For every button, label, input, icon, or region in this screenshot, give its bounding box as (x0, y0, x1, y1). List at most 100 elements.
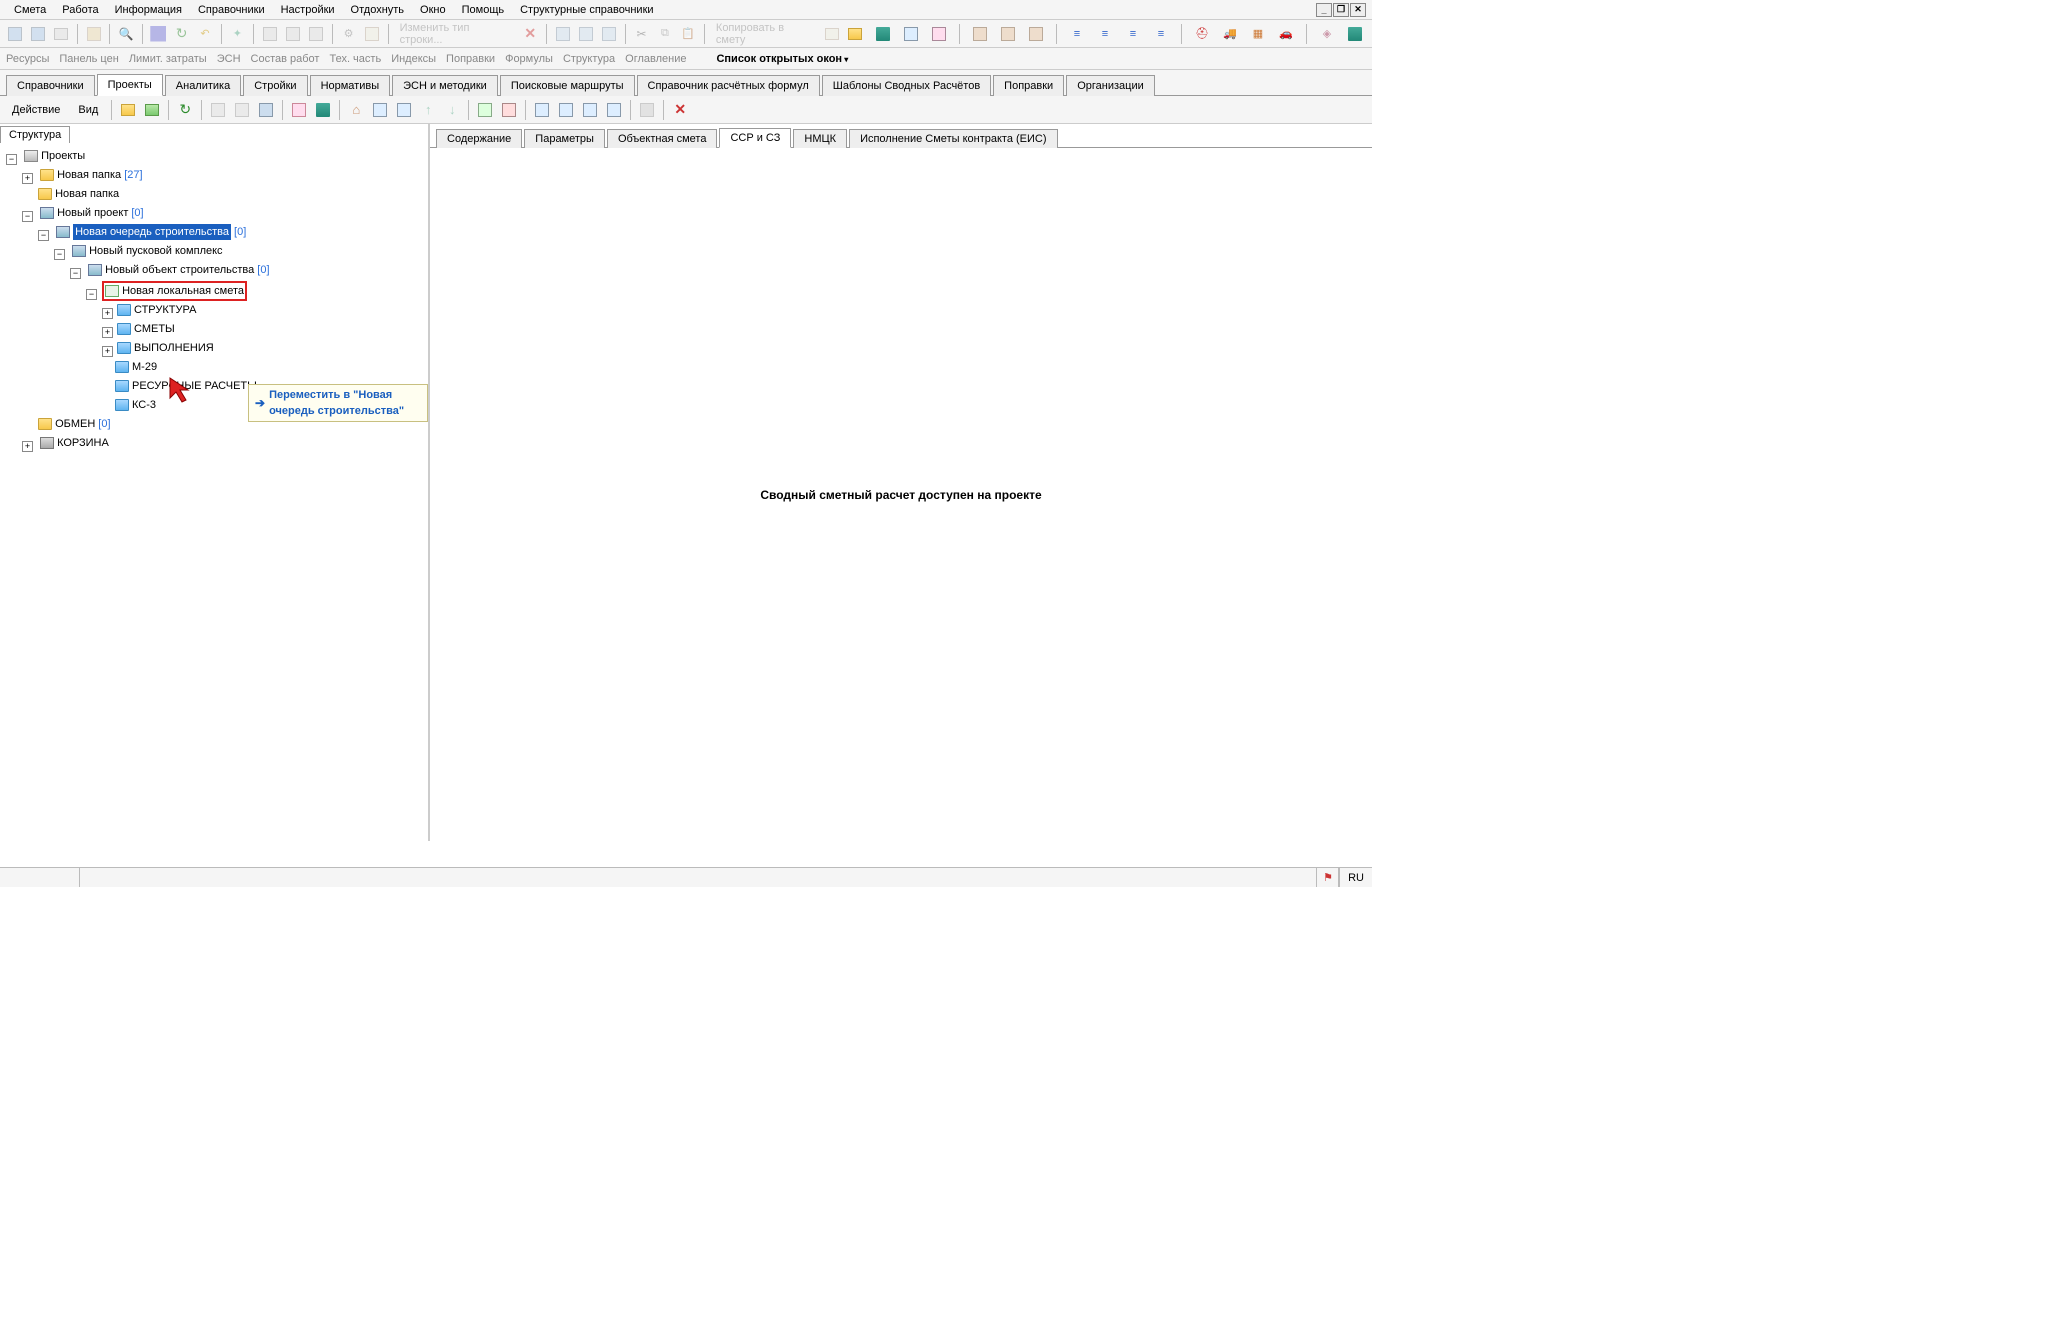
link-corr[interactable]: Поправки (446, 53, 495, 65)
link-index[interactable]: Индексы (391, 53, 436, 65)
tree-toggle[interactable]: − (22, 211, 33, 222)
tool-icon-3[interactable] (51, 23, 72, 45)
change-type-label[interactable]: Изменить тип строки... (394, 22, 518, 46)
book-icon[interactable] (872, 23, 894, 45)
menu-settings[interactable]: Настройки (273, 2, 343, 18)
link-works[interactable]: Состав работ (251, 53, 320, 65)
menu-work[interactable]: Работа (54, 2, 106, 18)
tree-sub-resource[interactable]: РЕСУРСНЫЕ РАСЧЕТЫ (113, 378, 259, 394)
tool-r3[interactable] (969, 23, 991, 45)
tree-queue[interactable]: Новая очередь строительства [0] (54, 224, 248, 240)
menu-ref[interactable]: Справочники (190, 2, 273, 18)
tree-toggle[interactable]: + (102, 346, 113, 357)
link-esn[interactable]: ЭСН (217, 53, 241, 65)
rtab-object-smeta[interactable]: Объектная смета (607, 129, 718, 148)
rtab-ssr[interactable]: ССР и СЗ (719, 128, 791, 148)
tool-icon-new[interactable]: ✦ (227, 23, 248, 45)
tool-icon-2[interactable] (27, 23, 48, 45)
menu-info[interactable]: Информация (107, 2, 190, 18)
menu-help[interactable]: Помощь (454, 2, 513, 18)
status-flag-icon[interactable]: ⚑ (1317, 868, 1339, 887)
helmet-icon[interactable]: ⛑ (1191, 23, 1213, 45)
tab-analytics[interactable]: Аналитика (165, 75, 241, 96)
tree-sub-m29[interactable]: М-29 (113, 359, 159, 375)
tree-toggle[interactable]: − (6, 154, 17, 165)
menu-window[interactable]: Окно (412, 2, 454, 18)
action-menu[interactable]: Действие (4, 104, 68, 116)
tree-bin[interactable]: КОРЗИНА (38, 435, 111, 451)
indent-right-icon[interactable]: ≡ (1094, 23, 1116, 45)
tool-icon-c3[interactable] (599, 23, 620, 45)
link-struct[interactable]: Структура (563, 53, 615, 65)
save-icon[interactable] (148, 23, 169, 45)
brick-icon[interactable]: ▦ (1247, 23, 1269, 45)
rtab-content[interactable]: Содержание (436, 129, 522, 148)
tool-icon-4[interactable] (83, 23, 104, 45)
menu-smeta[interactable]: Смета (6, 2, 54, 18)
tool-icon-c2[interactable] (575, 23, 596, 45)
close-button[interactable]: ✕ (1350, 3, 1366, 17)
paste-icon[interactable]: 📋 (678, 23, 699, 45)
rtab-eis[interactable]: Исполнение Сметы контракта (ЕИС) (849, 129, 1057, 148)
tree-toggle[interactable]: − (54, 249, 65, 260)
tool-icon-g2[interactable] (282, 23, 303, 45)
action-icon-e2[interactable] (555, 99, 577, 121)
rtab-params[interactable]: Параметры (524, 129, 605, 148)
search-icon[interactable]: 🔍 (115, 23, 136, 45)
action-icon-d2[interactable] (498, 99, 520, 121)
tool-r2[interactable] (928, 23, 950, 45)
tree-toggle[interactable]: − (86, 289, 97, 300)
car-icon[interactable]: 🚗 (1275, 23, 1297, 45)
tab-esn-methods[interactable]: ЭСН и методики (392, 75, 498, 96)
project-tree[interactable]: − Проекты + Новая папка [27] (0, 144, 428, 841)
home-icon[interactable]: ⌂ (345, 99, 367, 121)
indent-left-icon[interactable]: ≡ (1066, 23, 1088, 45)
link-resources[interactable]: Ресурсы (6, 53, 49, 65)
link-limit[interactable]: Лимит. затраты (129, 53, 207, 65)
tool-icon-1[interactable] (4, 23, 25, 45)
minimize-button[interactable]: _ (1316, 3, 1332, 17)
action-icon-e4[interactable] (603, 99, 625, 121)
undo-icon[interactable]: ↶ (194, 23, 215, 45)
tab-summary-templates[interactable]: Шаблоны Сводных Расчётов (822, 75, 991, 96)
tree-sub-struktura[interactable]: СТРУКТУРА (115, 302, 198, 318)
indent-4-icon[interactable]: ≡ (1150, 23, 1172, 45)
stack-icon[interactable]: ◈ (1316, 23, 1338, 45)
tab-corrections[interactable]: Поправки (993, 75, 1064, 96)
folder-green-icon[interactable] (141, 99, 163, 121)
tool-icon-h2[interactable] (361, 23, 382, 45)
action-icon-a1[interactable] (207, 99, 229, 121)
tree-exchange[interactable]: ОБМЕН [0] (36, 416, 112, 432)
copy-icon[interactable]: ⧉ (654, 23, 675, 45)
tree-root-projects[interactable]: Проекты (22, 148, 87, 164)
tree-toggle[interactable]: − (38, 230, 49, 241)
tree-folder-2[interactable]: Новая папка (36, 186, 121, 202)
tree-toggle[interactable]: + (22, 173, 33, 184)
close-x-icon[interactable]: ✕ (520, 23, 541, 45)
tool-r5[interactable] (1025, 23, 1047, 45)
link-toc[interactable]: Оглавление (625, 53, 686, 65)
tree-toggle[interactable]: + (22, 441, 33, 452)
tree-sub-vypol[interactable]: ВЫПОЛНЕНИЯ (115, 340, 216, 356)
tool-icon-c1[interactable] (552, 23, 573, 45)
tool-r1[interactable] (900, 23, 922, 45)
restore-button[interactable]: ❐ (1333, 3, 1349, 17)
refresh-action-icon[interactable]: ↻ (174, 99, 196, 121)
tree-toggle[interactable]: + (102, 327, 113, 338)
tab-projects[interactable]: Проекты (97, 74, 163, 96)
tab-calc-formulas[interactable]: Справочник расчётных формул (637, 75, 820, 96)
action-icon-a3[interactable] (255, 99, 277, 121)
action-icon-b1[interactable] (288, 99, 310, 121)
down-arrow-icon[interactable]: ↓ (441, 99, 463, 121)
up-arrow-icon[interactable]: ↑ (417, 99, 439, 121)
tree-sub-smety[interactable]: СМЕТЫ (115, 321, 177, 337)
menu-struct-ref[interactable]: Структурные справочники (512, 2, 661, 18)
tool-icon-h1[interactable]: ⚙ (338, 23, 359, 45)
tab-spravochniki[interactable]: Справочники (6, 75, 95, 96)
delete-x-icon[interactable]: ✕ (669, 99, 691, 121)
tab-search-routes[interactable]: Поисковые маршруты (500, 75, 635, 96)
action-icon-f1[interactable] (636, 99, 658, 121)
tree-project[interactable]: Новый проект [0] (38, 205, 146, 221)
book-action-icon[interactable] (312, 99, 334, 121)
tree-complex[interactable]: Новый пусковой комплекс (70, 243, 224, 259)
